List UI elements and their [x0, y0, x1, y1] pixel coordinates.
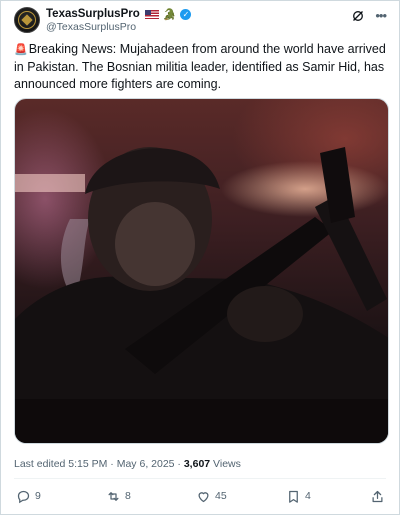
us-flag-icon [144, 9, 159, 19]
tweet-meta: Last edited 5:15 PM · May 6, 2025 · 3,60… [14, 458, 241, 470]
repost-icon [108, 491, 119, 501]
more-options-icon[interactable]: ••• [375, 8, 387, 23]
foreground-shadow [15, 399, 388, 443]
action-bar: 9 8 45 4 [14, 486, 386, 506]
user-handle[interactable]: @TexasSurplusPro [46, 21, 136, 33]
bookmark-count: 4 [305, 490, 311, 502]
divider [14, 478, 386, 479]
light-streak [15, 174, 85, 192]
heart-icon [198, 491, 209, 502]
image-scene [15, 147, 388, 443]
views-label: Views [210, 458, 241, 470]
reply-count: 9 [35, 490, 41, 502]
repost-count: 8 [125, 490, 131, 502]
figure-face [115, 202, 195, 286]
share-icon [372, 490, 383, 502]
siren-icon: 🚨 [14, 44, 28, 56]
tweet-header: TexasSurplusPro 🐊 ✓ @TexasSurplusPro ••• [14, 6, 387, 36]
bookmark-icon [289, 490, 298, 503]
like-button[interactable]: 45 [196, 486, 227, 506]
tweet-body: Breaking News: Mujahadeen from around th… [14, 42, 386, 91]
share-button[interactable] [370, 486, 385, 506]
views-count: 3,607 [183, 458, 211, 470]
tweet-text: 🚨Breaking News: Mujahadeen from around t… [14, 41, 388, 93]
verified-badge-icon: ✓ [180, 8, 192, 20]
display-name[interactable]: TexasSurplusPro [46, 8, 140, 20]
alligator-icon: 🐊 [162, 8, 177, 21]
name-row: TexasSurplusPro 🐊 ✓ [46, 7, 192, 21]
reply-icon [17, 490, 30, 503]
tweet-image[interactable] [14, 98, 389, 444]
grok-icon[interactable] [352, 10, 364, 22]
figure-hand [227, 286, 303, 342]
avatar[interactable] [14, 7, 40, 33]
repost-button[interactable]: 8 [106, 486, 131, 506]
like-count: 45 [215, 490, 227, 502]
reply-button[interactable]: 9 [16, 486, 41, 506]
last-edited-text[interactable]: Last edited 5:15 PM · May 6, 2025 · [14, 458, 184, 470]
bookmark-button[interactable]: 4 [286, 486, 311, 506]
